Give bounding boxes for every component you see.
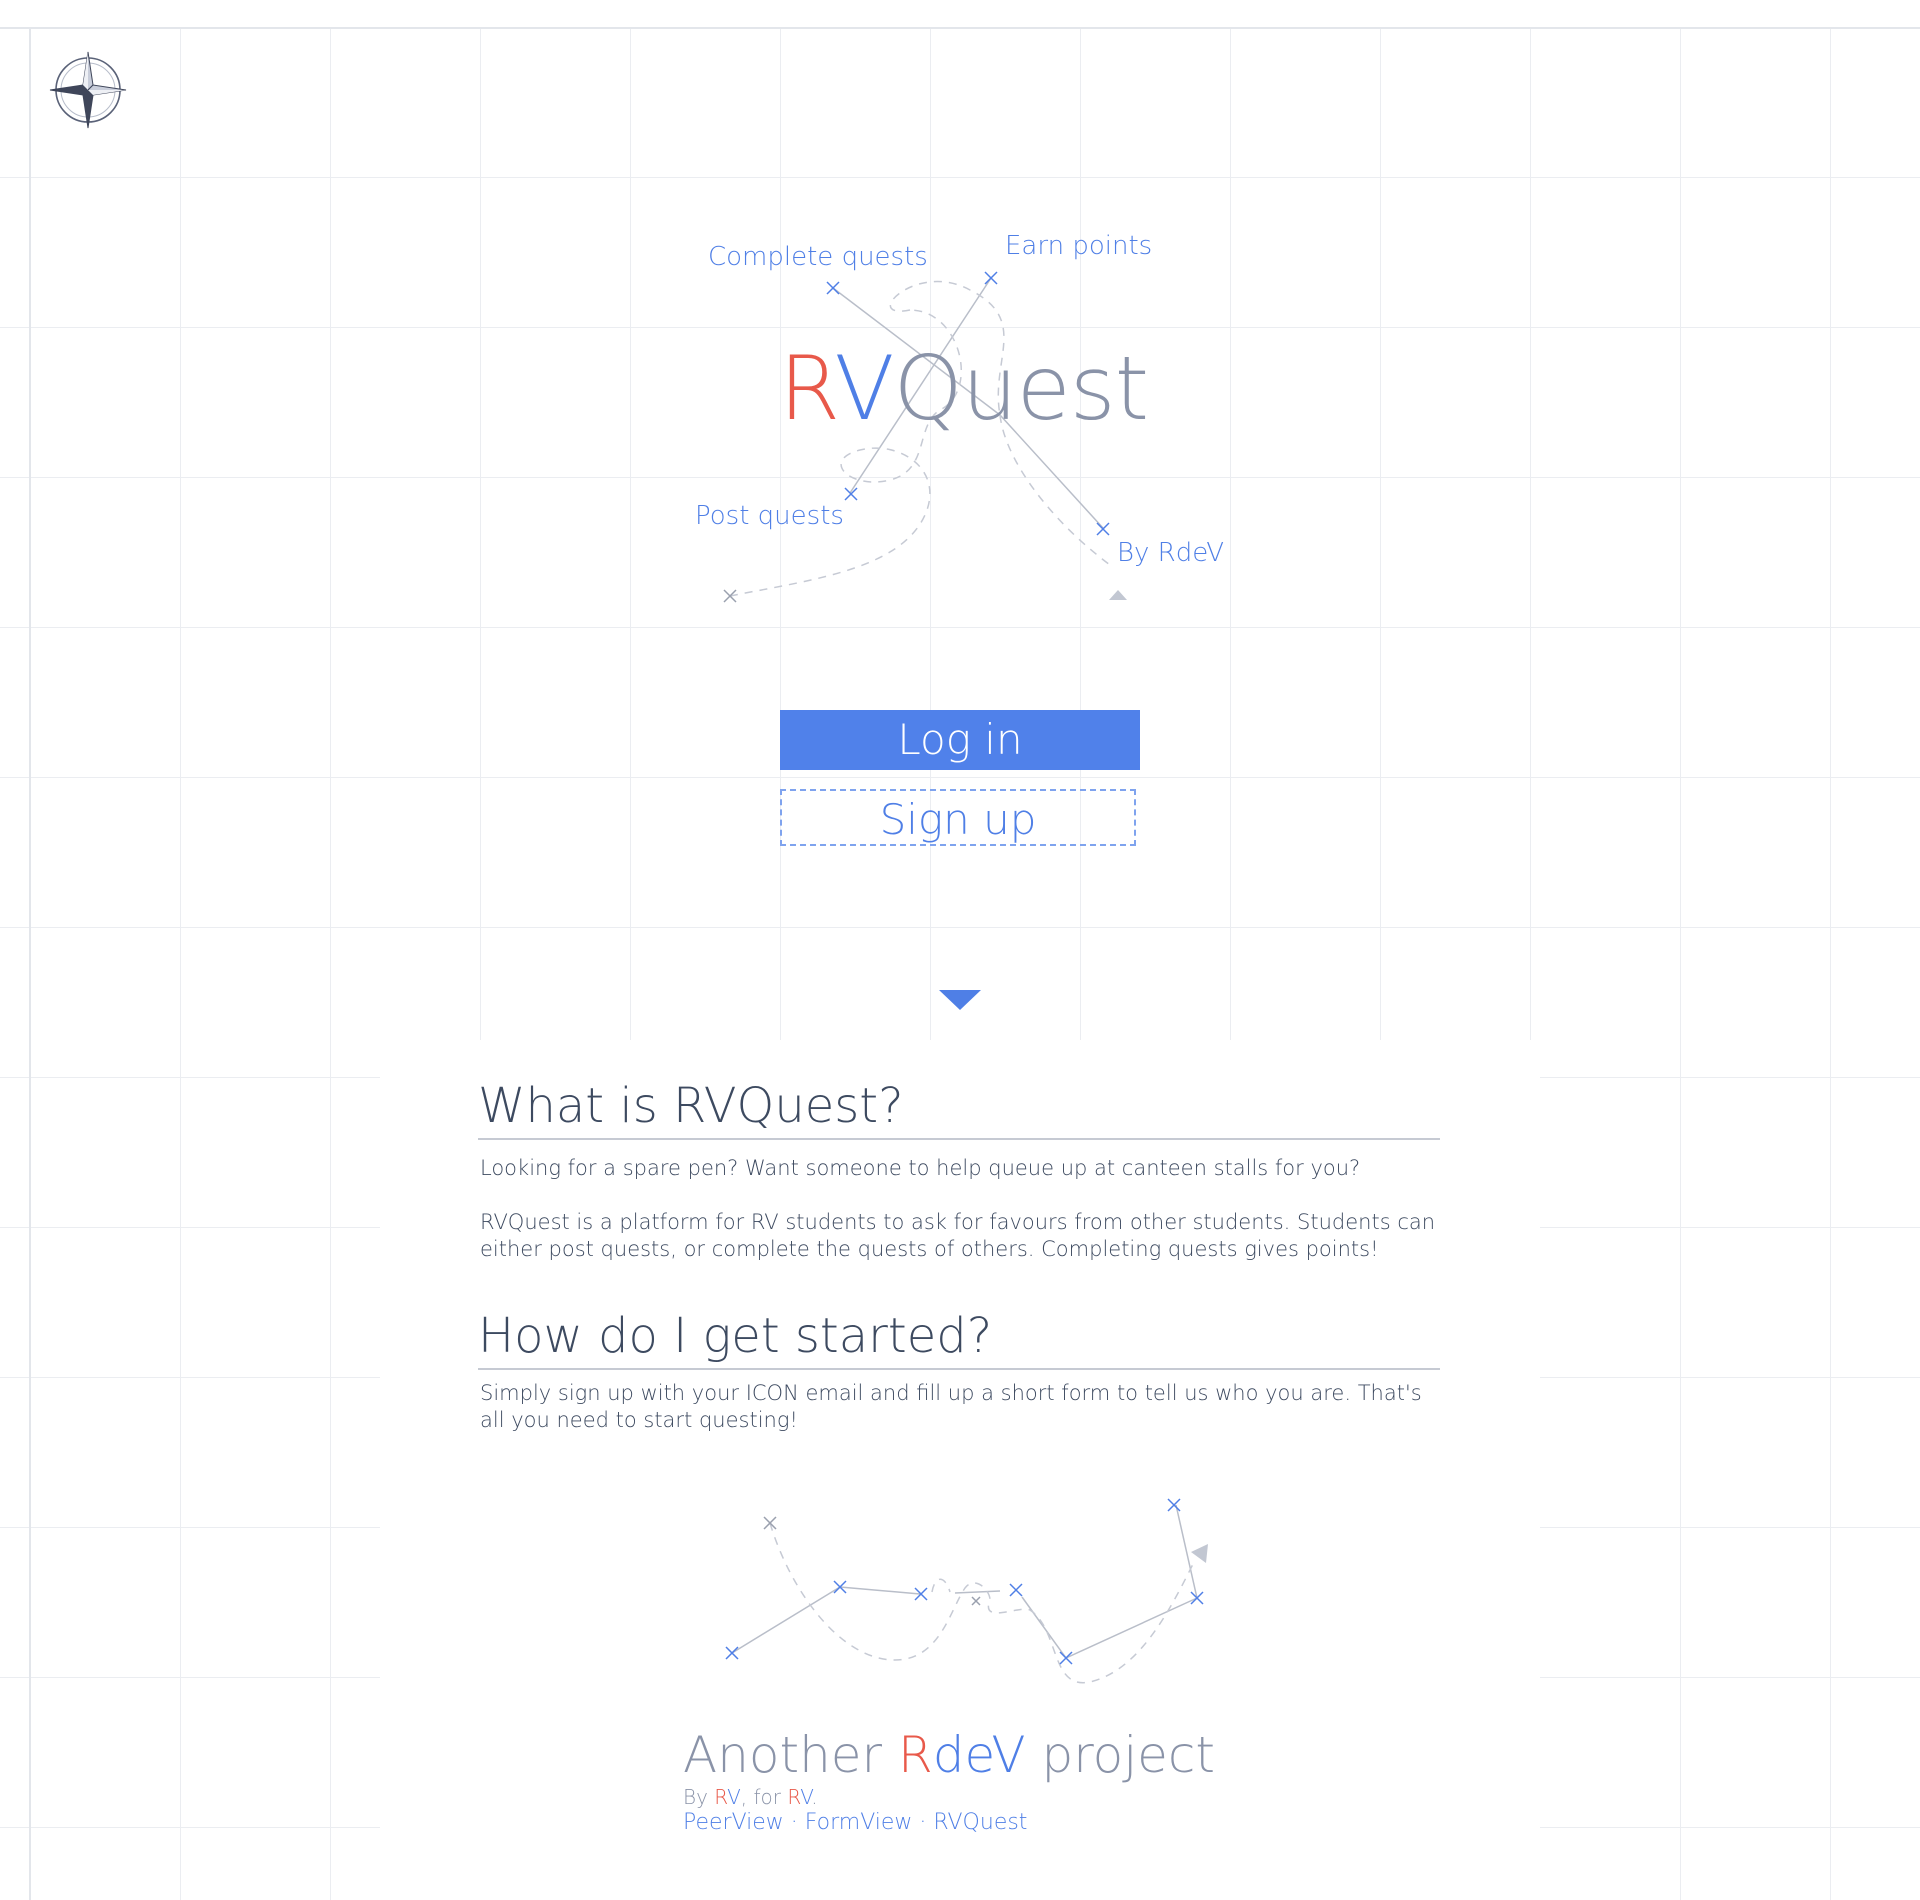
- logo-letter-v: V: [834, 337, 894, 440]
- footer-title: Another RdeV project: [683, 1730, 1215, 1780]
- footer-map-lines: [725, 1498, 1208, 1684]
- signup-button[interactable]: Sign up: [780, 789, 1136, 846]
- footer-link-separator: ·: [783, 1810, 805, 1835]
- footer-link-rvquest[interactable]: RVQuest: [933, 1810, 1027, 1835]
- left-rule: [29, 27, 31, 1900]
- start-paragraph: Simply sign up with your ICON email and …: [480, 1381, 1422, 1432]
- footer-byline-v: V: [727, 1785, 741, 1809]
- footer-title-dev: deV: [932, 1726, 1026, 1784]
- footer-byline-for-v: V: [800, 1785, 812, 1809]
- footer-byline: By RV, for RV.: [683, 1785, 818, 1809]
- hero-label-by-rdev: By RdeV: [1117, 538, 1225, 568]
- footer-byline-for: , for: [740, 1785, 788, 1809]
- hero-label-post-quests: Post quests: [695, 501, 844, 531]
- footer-link-formview[interactable]: FormView: [805, 1810, 913, 1835]
- chevron-down-icon[interactable]: [939, 990, 981, 1010]
- footer-byline-r: R: [714, 1785, 728, 1809]
- section-title-what-is: What is RVQuest?: [478, 1078, 1440, 1140]
- footer-byline-for-r: R: [787, 1785, 801, 1809]
- logo-letter-r: R: [779, 337, 835, 440]
- footer-title-another: Another: [683, 1726, 898, 1784]
- footer-title-r: R: [898, 1726, 933, 1784]
- about-paragraph-1: Looking for a spare pen? Want someone to…: [480, 1156, 1361, 1180]
- login-button[interactable]: Log in: [780, 710, 1140, 770]
- footer-byline-by: By: [683, 1785, 715, 1809]
- logo-word-quest: Quest: [893, 337, 1150, 440]
- footer-links: PeerView · FormView · RVQuest: [683, 1810, 1027, 1835]
- compass-icon[interactable]: [48, 50, 128, 130]
- hero-label-complete-quests: Complete quests: [708, 242, 928, 272]
- top-bar: [0, 0, 1920, 29]
- footer-link-peerview[interactable]: PeerView: [683, 1810, 784, 1835]
- footer-link-separator: ·: [912, 1810, 934, 1835]
- footer-byline-period: .: [811, 1785, 818, 1809]
- app-logo: RVQuest: [779, 345, 1149, 433]
- about-paragraph-2: RVQuest is a platform for RV students to…: [480, 1210, 1436, 1261]
- section-title-get-started: How do I get started?: [478, 1308, 1440, 1370]
- hero-label-earn-points: Earn points: [1005, 231, 1153, 261]
- footer-title-project: project: [1025, 1726, 1216, 1784]
